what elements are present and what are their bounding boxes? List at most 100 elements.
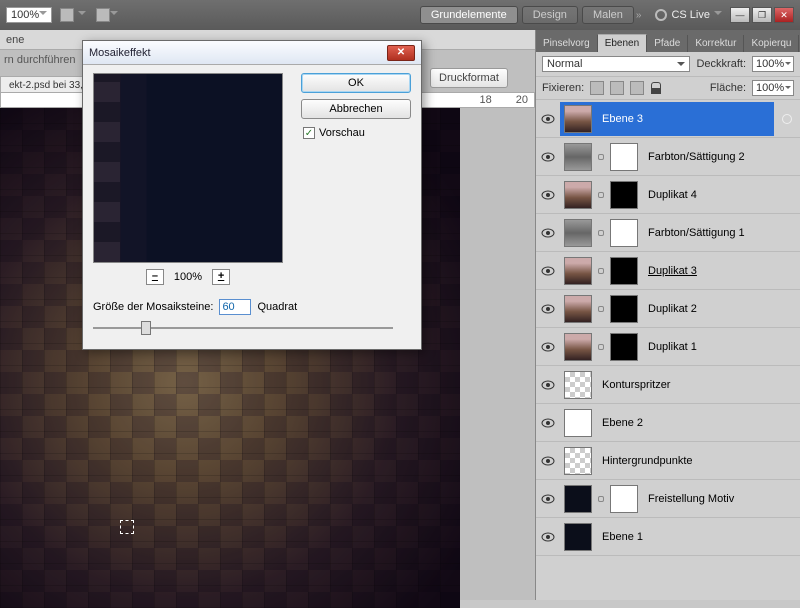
visibility-toggle[interactable]: [536, 152, 560, 162]
layer-name[interactable]: Konturspritzer: [598, 379, 670, 391]
layer-row[interactable]: Farbton/Sättigung 1: [536, 214, 800, 252]
workspace-grundelemente-button[interactable]: Grundelemente: [420, 6, 518, 24]
layers-lock-row: Fixieren: Fläche: 100%: [536, 77, 800, 100]
layer-name[interactable]: Hintergrundpunkte: [598, 455, 693, 467]
fill-field[interactable]: 100%: [752, 80, 794, 96]
layer-thumbnail: [564, 257, 592, 285]
cancel-button[interactable]: Abbrechen: [301, 99, 411, 119]
window-restore-button[interactable]: ❐: [752, 7, 772, 23]
layer-style-indicator-icon[interactable]: [782, 114, 792, 124]
layer-row[interactable]: Duplikat 3: [536, 252, 800, 290]
app-toolbar: 100% Grundelemente Design Malen » CS Liv…: [0, 0, 800, 30]
layer-name[interactable]: Freistellung Motiv: [644, 493, 734, 505]
layer-row[interactable]: Ebene 1: [536, 518, 800, 556]
tab-kopierquelle[interactable]: Kopierqu: [744, 35, 799, 52]
more-workspaces-button[interactable]: »: [636, 10, 642, 21]
layer-mask-thumbnail[interactable]: [610, 181, 638, 209]
layer-name[interactable]: Ebene 2: [598, 417, 643, 429]
visibility-toggle[interactable]: [536, 532, 560, 542]
dialog-titlebar[interactable]: Mosaikeffekt ✕: [83, 41, 421, 65]
visibility-toggle[interactable]: [536, 304, 560, 314]
visibility-toggle[interactable]: [536, 114, 560, 124]
preview-zoom-value: 100%: [174, 271, 202, 283]
print-format-button[interactable]: Druckformat: [430, 68, 508, 88]
layer-name[interactable]: Farbton/Sättigung 2: [644, 151, 745, 163]
lock-position-icon[interactable]: [630, 81, 644, 95]
slider-thumb[interactable]: [141, 321, 151, 335]
layer-row[interactable]: Ebene 2: [536, 404, 800, 442]
layer-thumbnail: [564, 371, 592, 399]
arrange-docs-icon[interactable]: [96, 8, 110, 22]
screen-mode-icon[interactable]: [60, 8, 74, 22]
cs-live-button[interactable]: CS Live: [649, 9, 728, 21]
layer-name[interactable]: Duplikat 1: [644, 341, 697, 353]
layer-name[interactable]: Duplikat 4: [644, 189, 697, 201]
adjustment-thumbnail: [564, 143, 592, 171]
link-icon: [598, 268, 604, 274]
dialog-close-button[interactable]: ✕: [387, 45, 415, 61]
visibility-toggle[interactable]: [536, 266, 560, 276]
tab-pinselvorgaben[interactable]: Pinselvorg: [536, 35, 598, 52]
lock-pixels-icon[interactable]: [610, 81, 624, 95]
fill-value: 100%: [756, 82, 784, 94]
layer-row[interactable]: Konturspritzer: [536, 366, 800, 404]
blend-mode-select[interactable]: Normal: [542, 56, 690, 72]
menu-item[interactable]: ene: [6, 34, 24, 46]
layer-name[interactable]: Farbton/Sättigung 1: [644, 227, 745, 239]
layer-row[interactable]: Duplikat 2: [536, 290, 800, 328]
layer-row[interactable]: Duplikat 1: [536, 328, 800, 366]
layer-mask-thumbnail[interactable]: [610, 333, 638, 361]
cell-size-input[interactable]: [219, 299, 251, 315]
visibility-toggle[interactable]: [536, 418, 560, 428]
visibility-toggle[interactable]: [536, 456, 560, 466]
cs-live-label: CS Live: [671, 9, 710, 21]
opacity-value: 100%: [756, 58, 784, 70]
layer-row[interactable]: Freistellung Motiv: [536, 480, 800, 518]
opacity-label: Deckkraft:: [696, 58, 746, 70]
dropdown-icon: [78, 11, 86, 19]
link-icon: [598, 154, 604, 160]
visibility-toggle[interactable]: [536, 380, 560, 390]
preview-zoom-out-button[interactable]: –: [146, 269, 164, 285]
layer-name[interactable]: Duplikat 3: [644, 265, 697, 277]
preview-checkbox-label: Vorschau: [319, 127, 365, 139]
dialog-title: Mosaikeffekt: [89, 47, 387, 59]
layer-name[interactable]: Duplikat 2: [644, 303, 697, 315]
layer-name[interactable]: Ebene 3: [598, 113, 643, 125]
layers-options-row: Normal Deckkraft: 100%: [536, 52, 800, 77]
layer-row[interactable]: Hintergrundpunkte: [536, 442, 800, 480]
layer-row[interactable]: Ebene 3: [536, 100, 800, 138]
tab-korrekturen[interactable]: Korrektur: [688, 35, 744, 52]
layer-row[interactable]: Duplikat 4: [536, 176, 800, 214]
tab-pfade[interactable]: Pfade: [647, 35, 688, 52]
panels-dock: Pinselvorg Ebenen Pfade Korrektur Kopier…: [535, 30, 800, 600]
workspace-design-button[interactable]: Design: [522, 6, 578, 24]
window-close-button[interactable]: ✕: [774, 7, 794, 23]
workspace-malen-button[interactable]: Malen: [582, 6, 634, 24]
lock-transparent-icon[interactable]: [590, 81, 604, 95]
zoom-level-field[interactable]: 100%: [6, 7, 52, 23]
lock-all-icon[interactable]: [650, 82, 662, 94]
tab-ebenen[interactable]: Ebenen: [598, 34, 647, 52]
window-minimize-button[interactable]: —: [730, 7, 750, 23]
layer-mask-thumbnail[interactable]: [610, 219, 638, 247]
layer-name[interactable]: Ebene 1: [598, 531, 643, 543]
opacity-field[interactable]: 100%: [752, 56, 794, 72]
layer-mask-thumbnail[interactable]: [610, 143, 638, 171]
visibility-toggle[interactable]: [536, 494, 560, 504]
layer-mask-thumbnail[interactable]: [610, 295, 638, 323]
layer-mask-thumbnail[interactable]: [610, 257, 638, 285]
visibility-toggle[interactable]: [536, 342, 560, 352]
preview-checkbox[interactable]: ✓ Vorschau: [301, 125, 411, 139]
lock-label: Fixieren:: [542, 82, 584, 94]
ok-button[interactable]: OK: [301, 73, 411, 93]
cell-size-slider[interactable]: [93, 321, 393, 335]
layer-mask-thumbnail[interactable]: [610, 485, 638, 513]
visibility-toggle[interactable]: [536, 190, 560, 200]
visibility-toggle[interactable]: [536, 228, 560, 238]
layer-row[interactable]: Farbton/Sättigung 2: [536, 138, 800, 176]
filter-preview[interactable]: [93, 73, 283, 263]
cell-size-label: Größe der Mosaiksteine:: [93, 301, 213, 313]
preview-zoom-in-button[interactable]: +: [212, 269, 230, 285]
zoom-level-value: 100%: [11, 9, 39, 21]
